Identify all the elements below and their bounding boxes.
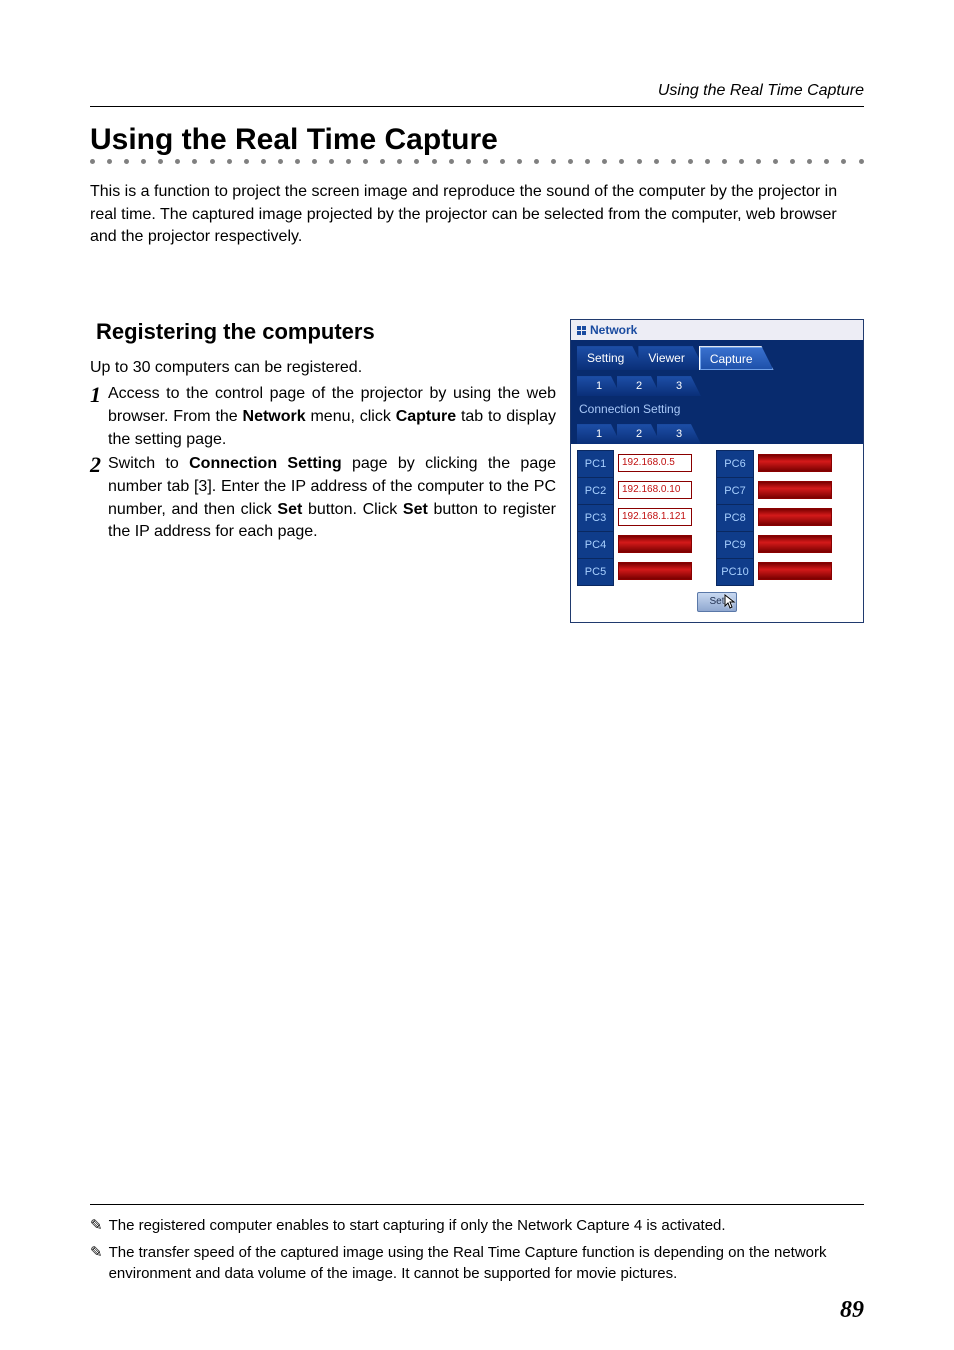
capture-subtabs: 1 2 3 [571,370,863,396]
table-row: PC2192.168.0.10 PC7 [578,478,857,505]
table-row: PC4 PC9 [578,532,857,559]
step-text-bold: Network [243,408,306,425]
step-text-bold: Capture [396,408,456,425]
step-text: Access to the control page of the projec… [108,383,556,451]
decorative-dot-rule [90,159,864,169]
section-heading: Registering the computers [90,319,556,345]
pc-label: PC2 [578,478,614,505]
footnote-mark-icon: ✎ [90,1215,103,1236]
step-text-frag: Switch to [108,455,189,472]
subtab-2[interactable]: 2 [617,376,661,396]
pc-label: PC8 [717,505,754,532]
table-row: PC1192.168.0.5 PC6 [578,451,857,478]
intro-paragraph: This is a function to project the screen… [90,181,864,249]
cs-subtab-3[interactable]: 3 [657,424,701,444]
step-text: Switch to Connection Setting page by cli… [108,453,556,544]
step-number: 2 [90,453,108,477]
step-text-frag: button. Click [302,501,403,518]
subtab-3[interactable]: 3 [657,376,701,396]
window-titlebar: Network [571,320,863,340]
footnotes: ✎ The registered computer enables to sta… [90,1204,864,1290]
app-icon [577,326,586,335]
network-settings-screenshot: Network Setting Viewer Capture 1 2 3 Con… [570,319,864,623]
pc-ip-input[interactable]: 192.168.0.5 [618,454,692,472]
pc-label: PC10 [717,559,754,586]
step-text-bold: Set [277,501,302,518]
cursor-icon [722,594,738,617]
main-tabs: Setting Viewer Capture [571,340,863,370]
registration-limit: Up to 30 computers can be registered. [90,359,556,377]
footnote-1: The registered computer enables to start… [109,1215,726,1236]
footnote-mark-icon: ✎ [90,1242,103,1284]
pc-label: PC5 [578,559,614,586]
step-text-bold: Set [403,501,428,518]
pc-ip-input[interactable] [758,562,832,580]
step-1: 1 Access to the control page of the proj… [90,383,556,451]
connection-setting-label: Connection Setting [571,396,863,418]
tab-capture[interactable]: Capture [699,346,774,370]
table-row: PC5 PC10 [578,559,857,586]
tab-setting[interactable]: Setting [577,346,644,370]
pc-ip-table: PC1192.168.0.5PC6PC2192.168.0.10PC7PC319… [577,450,857,586]
connection-setting-subtabs: 1 2 3 [571,418,863,444]
step-text-frag: menu, click [306,408,396,425]
pc-ip-input[interactable] [758,535,832,553]
page-number: 89 [840,1297,864,1324]
page-title: Using the Real Time Capture [90,123,864,157]
subtab-1[interactable]: 1 [577,376,621,396]
pc-label: PC4 [578,532,614,559]
pc-ip-input[interactable] [618,535,692,553]
step-number: 1 [90,383,108,407]
pc-label: PC3 [578,505,614,532]
pc-label: PC6 [717,451,754,478]
set-button[interactable]: Set [697,592,737,612]
pc-label: PC1 [578,451,614,478]
pc-ip-input[interactable] [618,562,692,580]
tab-viewer[interactable]: Viewer [638,346,704,370]
step-text-bold: Connection Setting [189,455,342,472]
pc-label: PC7 [717,478,754,505]
pc-label: PC9 [717,532,754,559]
pc-ip-input[interactable]: 192.168.0.10 [618,481,692,499]
footnote-2: The transfer speed of the captured image… [109,1242,864,1284]
running-header: Using the Real Time Capture [90,82,864,107]
cs-subtab-2[interactable]: 2 [617,424,661,444]
cs-subtab-1[interactable]: 1 [577,424,621,444]
window-title: Network [590,323,637,337]
table-row: PC3192.168.1.121 PC8 [578,505,857,532]
pc-ip-input[interactable]: 192.168.1.121 [618,508,692,526]
pc-ip-input[interactable] [758,481,832,499]
step-2: 2 Switch to Connection Setting page by c… [90,453,556,544]
pc-ip-input[interactable] [758,508,832,526]
pc-ip-input[interactable] [758,454,832,472]
